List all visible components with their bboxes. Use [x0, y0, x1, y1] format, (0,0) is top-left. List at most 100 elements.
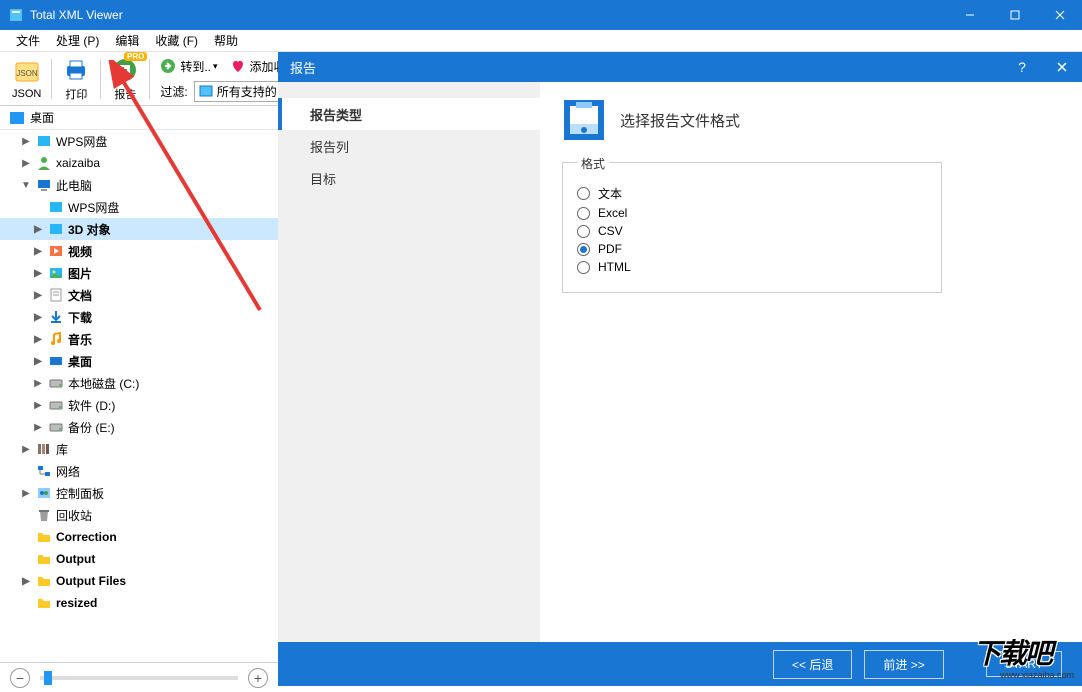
radio-html[interactable]: HTML — [577, 260, 927, 274]
minimize-button[interactable] — [947, 0, 992, 30]
expander-icon[interactable]: ▶ — [32, 400, 44, 411]
filter-value: 所有支持的 — [217, 83, 277, 100]
back-button[interactable]: << 后退 — [773, 650, 852, 679]
zoom-thumb[interactable] — [44, 671, 52, 685]
toolbar-sep-3 — [149, 59, 150, 99]
radio-html-label: HTML — [598, 260, 631, 274]
expander-icon[interactable]: ▶ — [20, 488, 32, 499]
toolbar-sep-2 — [100, 59, 101, 99]
tree-row[interactable]: ▶ 桌面 — [0, 350, 278, 372]
node-icon — [48, 353, 64, 369]
sidebar-item-target[interactable]: 目标 — [278, 162, 540, 194]
tree-row[interactable]: ▶ 下载 — [0, 306, 278, 328]
filter-combo[interactable]: 所有支持的 — [194, 81, 282, 102]
node-icon — [36, 441, 52, 457]
node-icon — [36, 463, 52, 479]
expander-icon[interactable]: ▶ — [20, 158, 32, 169]
tree-row[interactable]: resized — [0, 592, 278, 614]
svg-text:JSON: JSON — [16, 69, 38, 78]
expander-icon[interactable]: ▶ — [32, 224, 44, 235]
tree-item-label: xaizaiba — [56, 156, 100, 170]
report-dialog: 报告 ? 报告类型 报告列 目标 选择报告文件格式 格式 文本 Excel CS… — [278, 52, 1082, 686]
tree-row[interactable]: Output — [0, 548, 278, 570]
radio-text[interactable]: 文本 — [577, 185, 927, 202]
tree-row[interactable]: ▶软件 (D:) — [0, 394, 278, 416]
expander-icon[interactable]: ▶ — [32, 378, 44, 389]
main-titlebar: Total XML Viewer — [0, 0, 1082, 30]
tree-row[interactable]: ▶视频 — [0, 240, 278, 262]
radio-excel-label: Excel — [598, 206, 627, 220]
tree-row[interactable]: ▶本地磁盘 (C:) — [0, 372, 278, 394]
tree-row[interactable]: ▶ WPS网盘 — [0, 130, 278, 152]
tree-item-label: 此电脑 — [56, 177, 92, 194]
tree-row[interactable]: ▶控制面板 — [0, 482, 278, 504]
heart-icon — [230, 58, 246, 74]
tree-row[interactable]: Correction — [0, 526, 278, 548]
tree-item-label: WPS网盘 — [56, 133, 107, 150]
expander-icon[interactable]: ▶ — [32, 312, 44, 323]
next-button[interactable]: 前进 >> — [864, 650, 943, 679]
app-icon — [8, 7, 24, 23]
expander-icon[interactable]: ▶ — [32, 268, 44, 279]
report-button[interactable]: PRO 报告 — [105, 54, 145, 104]
start-button[interactable]: START — [986, 651, 1062, 677]
menu-file[interactable]: 文件 — [8, 29, 48, 52]
json-button[interactable]: JSON JSON — [6, 56, 47, 102]
expander-icon[interactable]: ▶ — [32, 290, 44, 301]
expander-icon[interactable]: ▶ — [20, 136, 32, 147]
tree-row[interactable]: WPS网盘 — [0, 196, 278, 218]
dialog-help-button[interactable]: ? — [1002, 52, 1042, 82]
sidebar-item-columns[interactable]: 报告列 — [278, 130, 540, 162]
tree-row[interactable]: ▶图片 — [0, 262, 278, 284]
maximize-button[interactable] — [992, 0, 1037, 30]
dialog-title: 报告 — [290, 58, 316, 77]
close-button[interactable] — [1037, 0, 1082, 30]
tree-item-label: 网络 — [56, 463, 80, 480]
tree-row[interactable]: 网络 — [0, 460, 278, 482]
node-icon — [36, 177, 52, 193]
print-button[interactable]: 打印 — [56, 54, 96, 104]
goto-button[interactable]: 转到..▾ — [154, 56, 223, 77]
zoom-in-button[interactable]: + — [248, 668, 268, 688]
radio-icon — [577, 207, 590, 220]
sidebar-item-type[interactable]: 报告类型 — [278, 98, 540, 130]
radio-csv[interactable]: CSV — [577, 224, 927, 238]
tree-item-label: 文档 — [68, 287, 92, 304]
expander-icon[interactable]: ▶ — [20, 444, 32, 455]
menu-favorites[interactable]: 收藏 (F) — [147, 29, 206, 52]
tree-row[interactable]: ▶ 文档 — [0, 284, 278, 306]
radio-excel[interactable]: Excel — [577, 206, 927, 220]
expander-icon[interactable]: ▶ — [32, 334, 44, 345]
tree-item-label: 桌面 — [68, 353, 92, 370]
menu-help[interactable]: 帮助 — [206, 29, 246, 52]
menu-process[interactable]: 处理 (P) — [48, 29, 107, 52]
expander-icon[interactable]: ▼ — [20, 180, 32, 191]
tree-item-label: 下载 — [68, 309, 92, 326]
window-title: Total XML Viewer — [30, 8, 123, 22]
tree-row[interactable]: 回收站 — [0, 504, 278, 526]
tree-row[interactable]: ▶3D 对象 — [0, 218, 278, 240]
radio-pdf[interactable]: PDF — [577, 242, 927, 256]
menu-edit[interactable]: 编辑 — [107, 29, 147, 52]
tree-row[interactable]: ▶Output Files — [0, 570, 278, 592]
tree-list[interactable]: ▶WPS网盘▶xaizaiba▼此电脑WPS网盘▶3D 对象▶视频▶图片▶文档▶… — [0, 130, 278, 662]
tree-row[interactable]: ▶备份 (E:) — [0, 416, 278, 438]
pro-badge: PRO — [124, 52, 147, 61]
tree-row[interactable]: ▼ 此电脑 — [0, 174, 278, 196]
expander-icon[interactable]: ▶ — [20, 576, 32, 587]
expander-icon[interactable]: ▶ — [32, 246, 44, 257]
node-icon — [36, 507, 52, 523]
dialog-close-button[interactable] — [1042, 52, 1082, 82]
tree-row[interactable]: ▶库 — [0, 438, 278, 460]
tree-row[interactable]: ▶ xaizaiba — [0, 152, 278, 174]
zoom-slider[interactable] — [40, 676, 238, 680]
print-label: 打印 — [65, 86, 87, 102]
zoom-out-button[interactable]: − — [10, 668, 30, 688]
tree-row[interactable]: ▶音乐 — [0, 328, 278, 350]
dialog-titlebar: 报告 ? — [278, 52, 1082, 82]
expander-icon[interactable]: ▶ — [32, 422, 44, 433]
tree-header[interactable]: 桌面 — [0, 106, 278, 130]
expander-icon[interactable]: ▶ — [32, 356, 44, 367]
arrow-right-icon — [160, 58, 176, 74]
tree-panel: 桌面 ▶WPS网盘▶xaizaiba▼此电脑WPS网盘▶3D 对象▶视频▶图片▶… — [0, 106, 278, 692]
